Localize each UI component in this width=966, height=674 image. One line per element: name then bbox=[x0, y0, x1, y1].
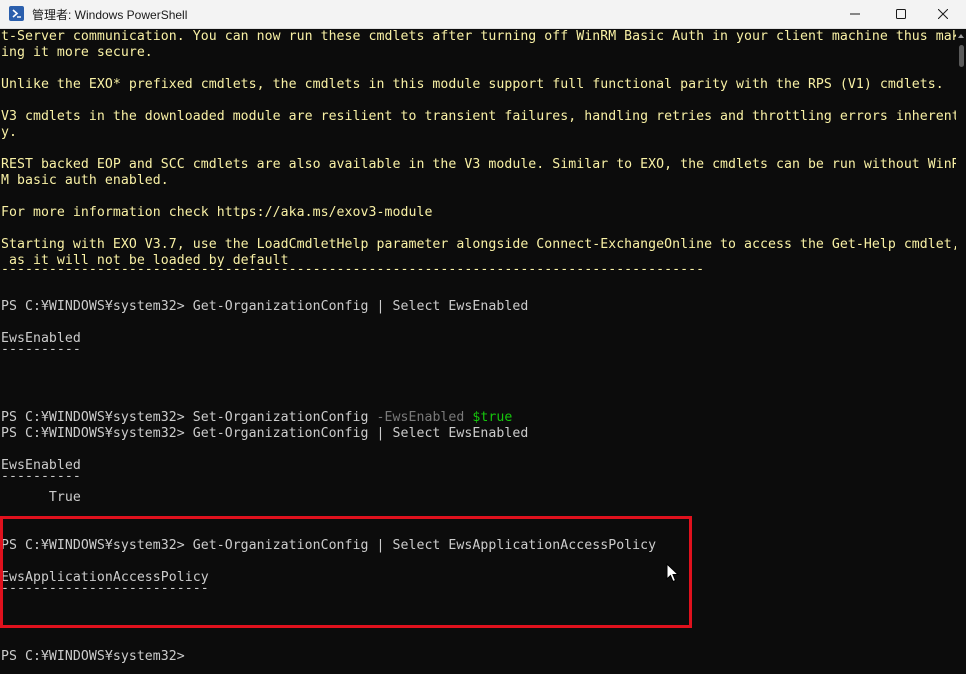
console-line: ing it more secure. bbox=[1, 45, 153, 60]
output-separator: ---------- bbox=[1, 342, 81, 357]
prompt-line: PS C:¥WINDOWS¥system32> Get-Organization… bbox=[1, 426, 529, 441]
mouse-cursor-icon bbox=[666, 563, 680, 583]
banner-separator: ----------------------------------------… bbox=[1, 262, 705, 277]
set-cmdlet: Set-OrganizationConfig bbox=[192, 410, 369, 425]
close-button[interactable] bbox=[920, 0, 966, 28]
output-value: True bbox=[1, 490, 81, 505]
console-line: Unlike the EXO* prefixed cmdlets, the cm… bbox=[1, 77, 944, 92]
parameter-name: -EwsEnabled bbox=[368, 410, 473, 425]
maximize-icon bbox=[896, 9, 906, 19]
current-prompt[interactable]: PS C:¥WINDOWS¥system32> bbox=[1, 649, 185, 665]
prompt: PS C:¥WINDOWS¥system32> bbox=[1, 410, 193, 425]
console-line: V3 cmdlets in the downloaded module are … bbox=[1, 109, 956, 124]
prompt-line-set: PS C:¥WINDOWS¥system32> Set-Organization… bbox=[1, 410, 512, 426]
window-title: 管理者: Windows PowerShell bbox=[32, 8, 188, 22]
highlight-box bbox=[0, 516, 692, 628]
console-line: For more information check https://aka.m… bbox=[1, 205, 433, 220]
output-separator: ---------- bbox=[1, 469, 81, 484]
powershell-icon[interactable] bbox=[9, 6, 24, 21]
close-icon bbox=[938, 9, 948, 19]
prompt-line: PS C:¥WINDOWS¥system32> Get-Organization… bbox=[1, 299, 529, 314]
console-line: Starting with EXO V3.7, use the LoadCmdl… bbox=[1, 237, 956, 252]
parameter-value: $true bbox=[472, 410, 513, 425]
console-line: REST backed EOP and SCC cmdlets are also… bbox=[1, 157, 956, 172]
minimize-button[interactable] bbox=[832, 0, 878, 28]
console-line: M basic auth enabled. bbox=[1, 173, 169, 188]
console-line: t-Server communication. You can now run … bbox=[1, 29, 956, 44]
title-bar: 管理者: Windows PowerShell bbox=[0, 0, 966, 29]
scrollbar-thumb[interactable] bbox=[959, 45, 964, 67]
console-line: y. bbox=[1, 125, 17, 140]
scrollbar[interactable] bbox=[956, 29, 966, 674]
scroll-up-icon[interactable] bbox=[958, 33, 964, 39]
maximize-button[interactable] bbox=[878, 0, 924, 28]
minimize-icon bbox=[850, 13, 860, 15]
